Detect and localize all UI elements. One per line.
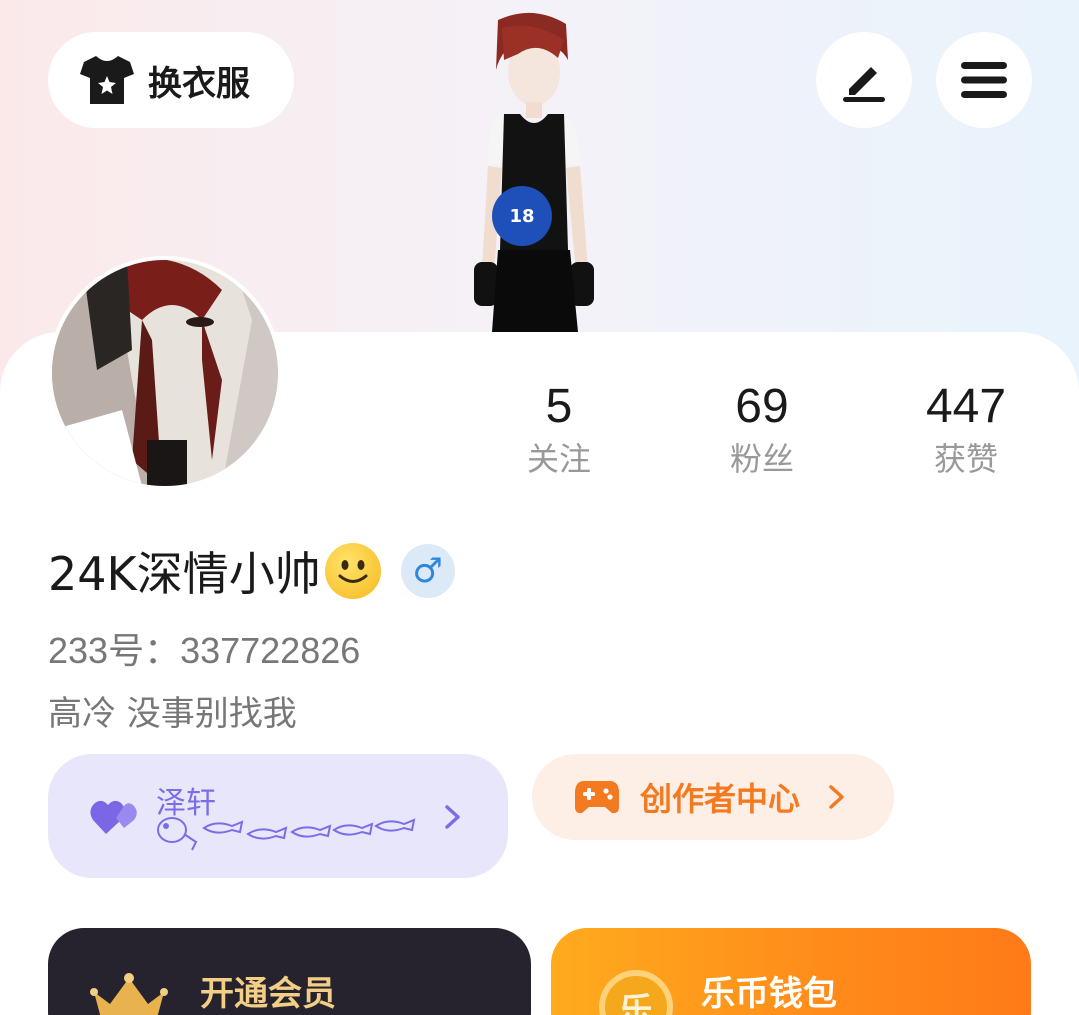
profile-avatar[interactable]	[48, 256, 282, 490]
user-bio: 高冷 没事别找我	[48, 694, 297, 734]
stat-fans-label: 粉丝	[729, 440, 794, 478]
wallet-title: 乐币钱包	[701, 974, 837, 1014]
change-outfit-label: 换衣服	[148, 63, 250, 104]
stat-following-label: 关注	[526, 440, 591, 478]
gender-male-icon: ♂	[400, 544, 455, 598]
chevron-right-icon	[829, 785, 844, 809]
menu-button[interactable]	[936, 32, 1032, 128]
stat-likes[interactable]: 447 获赞	[896, 378, 1036, 482]
change-outfit-button[interactable]: 换衣服	[48, 32, 294, 128]
vip-membership-card[interactable]: 开通会员	[48, 928, 531, 1015]
username: 24K深情小帅	[48, 547, 321, 601]
username-row: 24K深情小帅 ♂	[48, 540, 455, 602]
tshirt-icon	[80, 56, 134, 104]
gamepad-icon	[575, 781, 619, 814]
stat-following-value: 5	[545, 380, 573, 433]
avatar-image	[52, 260, 278, 486]
pen-icon	[843, 67, 885, 102]
user-id: 233号：337722826	[48, 630, 361, 671]
fish-decoration-icon	[157, 817, 416, 851]
stat-following[interactable]: 5 关注	[489, 378, 629, 482]
chevron-right-icon	[445, 805, 460, 829]
double-heart-icon	[90, 800, 137, 834]
stat-fans[interactable]: 69 粉丝	[692, 378, 832, 482]
3d-avatar-figure[interactable]: 18	[448, 10, 618, 332]
wallet-card[interactable]: 乐 乐币钱包	[551, 928, 1031, 1015]
creator-center-button[interactable]: 创作者中心	[532, 754, 894, 840]
stat-likes-value: 447	[925, 380, 1007, 433]
crown-icon	[90, 973, 168, 1015]
stat-fans-value: 69	[735, 380, 789, 433]
edit-profile-button[interactable]	[816, 32, 912, 128]
hamburger-menu-icon	[961, 62, 1007, 98]
smiley-emoji-icon	[324, 543, 381, 599]
bond-card[interactable]: 泽轩	[48, 754, 508, 878]
creator-center-label: 创作者中心	[640, 780, 801, 818]
svg-text:18: 18	[509, 206, 534, 227]
coin-glyph: 乐	[619, 990, 653, 1015]
stat-likes-label: 获赞	[933, 440, 998, 478]
coin-icon: 乐	[599, 970, 673, 1015]
vip-title: 开通会员	[200, 974, 336, 1014]
